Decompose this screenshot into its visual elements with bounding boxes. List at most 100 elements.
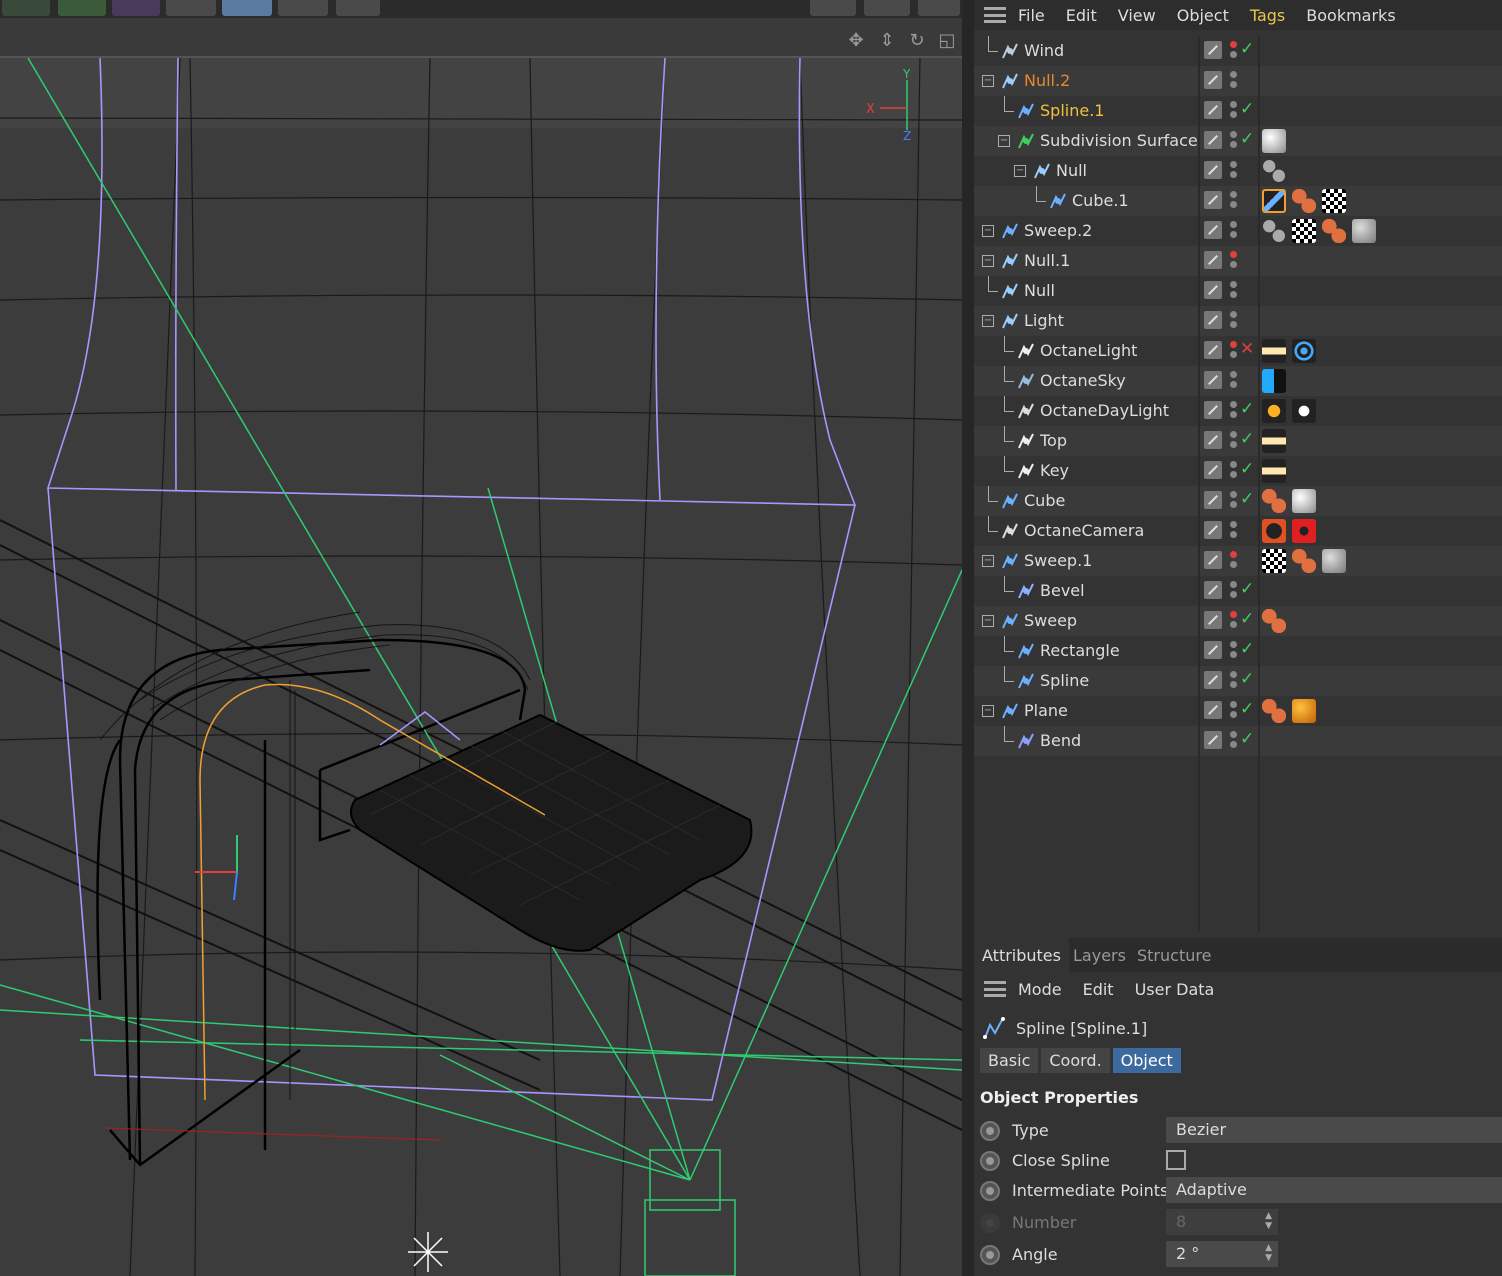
object-name[interactable]: Subdivision Surface: [1040, 131, 1198, 150]
visibility-dots-icon[interactable]: [1230, 641, 1238, 661]
object-row[interactable]: Bend ✓: [974, 726, 1502, 756]
visibility-dots-icon[interactable]: [1230, 401, 1238, 421]
layer-edit-icon[interactable]: [1204, 461, 1222, 479]
menu-bookmarks[interactable]: Bookmarks: [1306, 6, 1395, 25]
layer-edit-icon[interactable]: [1204, 581, 1222, 599]
select-tag-icon[interactable]: [1262, 189, 1286, 213]
tool-button-9[interactable]: [864, 0, 910, 16]
sphere-tag-icon[interactable]: [1262, 129, 1286, 153]
object-row[interactable]: − Sweep.2: [974, 216, 1502, 246]
layer-edit-icon[interactable]: [1204, 251, 1222, 269]
visibility-dots-icon[interactable]: [1230, 341, 1238, 361]
object-row[interactable]: − Null.1: [974, 246, 1502, 276]
enabled-check-icon[interactable]: ✓: [1240, 429, 1254, 449]
menu-file[interactable]: File: [1018, 6, 1045, 25]
object-row[interactable]: Top ✓: [974, 426, 1502, 456]
enabled-check-icon[interactable]: ✓: [1240, 489, 1254, 509]
enabled-check-icon[interactable]: ✓: [1240, 699, 1254, 719]
collapse-toggle-icon[interactable]: −: [982, 315, 994, 327]
object-row[interactable]: Key ✓: [974, 456, 1502, 486]
collapse-toggle-icon[interactable]: −: [982, 615, 994, 627]
menu-edit[interactable]: Edit: [1066, 6, 1097, 25]
layer-edit-icon[interactable]: [1204, 71, 1222, 89]
object-name[interactable]: Light: [1024, 311, 1064, 330]
object-row[interactable]: Bevel ✓: [974, 576, 1502, 606]
object-name[interactable]: OctaneCamera: [1024, 521, 1144, 540]
checker-tag-icon[interactable]: [1322, 189, 1346, 213]
object-name[interactable]: Null: [1056, 161, 1087, 180]
object-row[interactable]: Rectangle ✓: [974, 636, 1502, 666]
tool-button-7[interactable]: [336, 0, 380, 16]
tool-button-1[interactable]: [2, 0, 50, 16]
layer-edit-icon[interactable]: [1204, 371, 1222, 389]
sphere-tag-icon[interactable]: [1292, 489, 1316, 513]
enabled-check-icon[interactable]: ✓: [1240, 459, 1254, 479]
collapse-toggle-icon[interactable]: −: [982, 555, 994, 567]
object-row[interactable]: − Plane ✓: [974, 696, 1502, 726]
layer-edit-icon[interactable]: [1204, 521, 1222, 539]
object-row[interactable]: − Null: [974, 156, 1502, 186]
panel-separator[interactable]: [962, 0, 974, 1276]
layer-edit-icon[interactable]: [1204, 311, 1222, 329]
object-name[interactable]: Null.1: [1024, 251, 1070, 270]
tool-button-8[interactable]: [810, 0, 856, 16]
enabled-check-icon[interactable]: ✓: [1240, 399, 1254, 419]
nosign-tag-icon[interactable]: [1262, 519, 1286, 543]
enabled-check-icon[interactable]: ✓: [1240, 639, 1254, 659]
tool-button-2[interactable]: [58, 0, 106, 16]
object-name[interactable]: Cube.1: [1072, 191, 1129, 210]
balls-tag-icon[interactable]: [1262, 699, 1286, 723]
object-name[interactable]: Key: [1040, 461, 1069, 480]
checker-tag-icon[interactable]: [1262, 549, 1286, 573]
object-name[interactable]: Bend: [1040, 731, 1081, 750]
enabled-check-icon[interactable]: ✓: [1240, 669, 1254, 689]
object-row[interactable]: − Sweep ✓: [974, 606, 1502, 636]
collapse-toggle-icon[interactable]: −: [1014, 165, 1026, 177]
visibility-dots-icon[interactable]: [1230, 491, 1238, 511]
dots-tag-icon[interactable]: [1262, 219, 1286, 243]
object-row[interactable]: Spline.1 ✓: [974, 96, 1502, 126]
object-row[interactable]: OctaneCamera: [974, 516, 1502, 546]
visibility-dots-icon[interactable]: [1230, 161, 1238, 181]
tab-structure[interactable]: Structure: [1137, 946, 1211, 965]
object-name[interactable]: OctaneDayLight: [1040, 401, 1169, 420]
viewport-scene[interactable]: Y X Z: [0, 0, 962, 1276]
redcam-tag-icon[interactable]: [1292, 519, 1316, 543]
layer-edit-icon[interactable]: [1204, 161, 1222, 179]
layer-edit-icon[interactable]: [1204, 341, 1222, 359]
menu-tags[interactable]: Tags: [1250, 6, 1285, 25]
enabled-check-icon[interactable]: ✓: [1240, 579, 1254, 599]
layer-edit-icon[interactable]: [1204, 131, 1222, 149]
object-name[interactable]: Sweep.2: [1024, 221, 1092, 240]
move-view-icon[interactable]: ✥: [845, 30, 867, 52]
animate-radio-icon[interactable]: [980, 1181, 1000, 1201]
tool-button-6[interactable]: [278, 0, 328, 16]
disabled-cross-icon[interactable]: ✕: [1240, 339, 1254, 359]
balls-tag-icon[interactable]: [1262, 489, 1286, 513]
enabled-check-icon[interactable]: ✓: [1240, 39, 1254, 59]
layer-edit-icon[interactable]: [1204, 101, 1222, 119]
subtab-coord[interactable]: Coord.: [1041, 1048, 1110, 1073]
visibility-dots-icon[interactable]: [1230, 101, 1238, 121]
subtab-basic[interactable]: Basic: [980, 1048, 1039, 1073]
layer-edit-icon[interactable]: [1204, 401, 1222, 419]
enabled-check-icon[interactable]: ✓: [1240, 729, 1254, 749]
layer-edit-icon[interactable]: [1204, 701, 1222, 719]
tool-button-4[interactable]: [166, 0, 216, 16]
visibility-dots-icon[interactable]: [1230, 371, 1238, 391]
animate-radio-icon[interactable]: [980, 1245, 1000, 1265]
target-tag-icon[interactable]: [1292, 339, 1316, 363]
lightbar-tag-icon[interactable]: [1262, 459, 1286, 483]
object-name[interactable]: Top: [1040, 431, 1067, 450]
balls-tag-icon[interactable]: [1292, 549, 1316, 573]
layer-edit-icon[interactable]: [1204, 191, 1222, 209]
rotate-view-icon[interactable]: ↻: [906, 30, 928, 52]
object-name[interactable]: Null.2: [1024, 71, 1070, 90]
tab-attributes[interactable]: Attributes: [974, 938, 1069, 972]
collapse-toggle-icon[interactable]: −: [982, 225, 994, 237]
layer-edit-icon[interactable]: [1204, 221, 1222, 239]
collapse-toggle-icon[interactable]: −: [998, 135, 1010, 147]
visibility-dots-icon[interactable]: [1230, 251, 1238, 271]
sun-tag-icon[interactable]: [1262, 399, 1286, 423]
menu-view[interactable]: View: [1118, 6, 1156, 25]
